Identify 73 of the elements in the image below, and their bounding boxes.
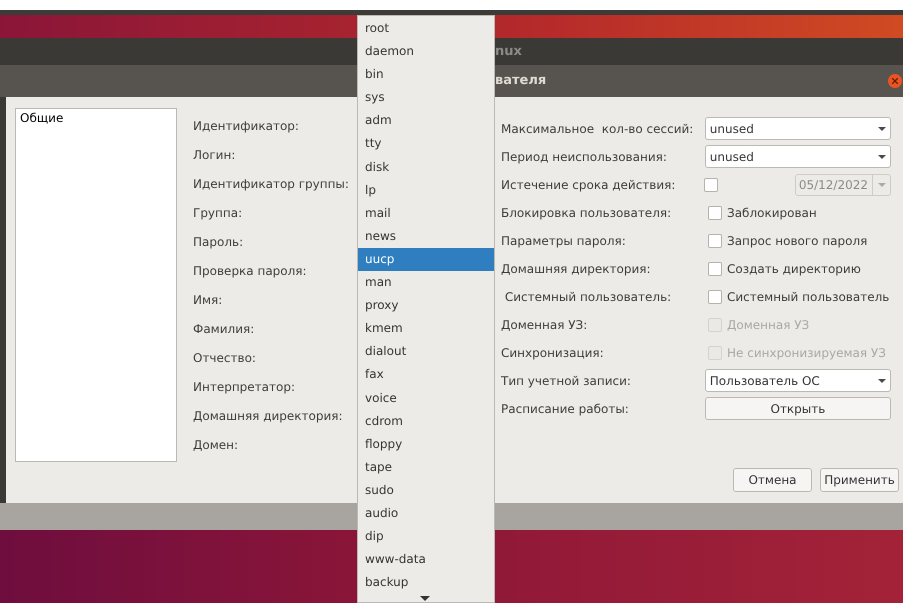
menu-item[interactable]: audio xyxy=(358,502,494,526)
cancel-button[interactable]: Отмена xyxy=(733,468,812,492)
menu-item[interactable]: backup xyxy=(358,571,494,594)
menu-item[interactable]: bin xyxy=(358,63,494,86)
menu-item[interactable]: adm xyxy=(358,109,494,132)
field-label: Логин: xyxy=(193,147,236,164)
dropdown[interactable]: unused xyxy=(704,117,891,140)
menu-item[interactable]: lp xyxy=(358,178,494,202)
checkbox-label: Доменная УЗ xyxy=(727,316,810,334)
menu-item[interactable]: news xyxy=(358,224,494,248)
field-label: Истечение срока действия: xyxy=(501,176,676,194)
field-label: Домашняя директория: xyxy=(501,260,652,278)
field-label: Пароль: xyxy=(193,234,244,251)
checkbox-label: Запрос нового пароля xyxy=(727,232,868,250)
field-label: Имя: xyxy=(193,292,224,309)
checkbox-label: Создать директорию xyxy=(727,260,861,278)
menu-item[interactable]: sudo xyxy=(358,478,494,502)
field-label: Интерпретатор: xyxy=(193,379,296,396)
field-label: Отчество: xyxy=(193,350,257,367)
menu-item[interactable]: dialout xyxy=(358,340,494,364)
menu-item[interactable]: proxy xyxy=(358,294,494,318)
menu-item[interactable]: dip xyxy=(358,525,494,548)
menu-item[interactable]: cdrom xyxy=(358,410,494,433)
open-button[interactable]: Открыть xyxy=(704,397,891,420)
field-label: Идентификатор: xyxy=(193,118,300,135)
checkbox-label: Системный пользователь xyxy=(727,288,890,306)
menu-item[interactable]: root xyxy=(358,17,494,40)
field-label: Фамилия: xyxy=(193,321,256,338)
field-label: Идентификатор группы: xyxy=(193,176,349,193)
checkbox-label: Не синхронизируемая УЗ xyxy=(727,344,886,362)
menu-item[interactable]: man xyxy=(358,271,494,294)
dropdown-arrow-icon xyxy=(878,126,886,130)
apply-button[interactable]: Применить xyxy=(820,468,899,492)
field-label: Параметры пароля: xyxy=(501,232,627,250)
dialog-title: вателя xyxy=(495,72,546,90)
field-label: Домашняя директория: xyxy=(193,408,344,425)
menu-item[interactable]: tape xyxy=(358,456,494,479)
field-label: Проверка пароля: xyxy=(193,263,308,280)
sidebar-item[interactable]: Общие xyxy=(20,109,172,127)
window-title: nux xyxy=(495,42,522,61)
menu-item[interactable]: mail xyxy=(358,202,494,225)
field-label: Синхронизация: xyxy=(501,344,605,362)
dropdown-arrow-icon xyxy=(878,154,886,158)
menu-item[interactable]: tty xyxy=(358,132,494,156)
dropdown[interactable]: Пользователь ОС xyxy=(704,369,891,392)
menu-item[interactable]: www-data xyxy=(358,548,494,572)
field-label: Расписание работы: xyxy=(501,400,630,418)
menu-item[interactable]: disk xyxy=(358,156,494,179)
dropdown-arrow-icon xyxy=(878,378,886,382)
checkbox[interactable] xyxy=(708,234,722,248)
field-label: Доменная УЗ: xyxy=(501,316,588,334)
menu-item[interactable]: daemon xyxy=(358,40,494,64)
dropdown[interactable]: unused xyxy=(704,145,891,168)
menu-item[interactable]: fax xyxy=(358,363,494,386)
checkbox[interactable] xyxy=(708,262,722,276)
field-label: Блокировка пользователя: xyxy=(501,204,672,222)
menu-item[interactable]: voice xyxy=(358,386,494,410)
menu-item[interactable]: sys xyxy=(358,86,494,110)
field-label: Домен: xyxy=(193,437,240,454)
checkbox[interactable] xyxy=(708,290,722,304)
checkbox[interactable] xyxy=(708,206,722,220)
close-icon xyxy=(892,78,898,84)
checkbox-label: Заблокирован xyxy=(727,204,817,222)
field-label: Системный пользователь: xyxy=(504,288,672,306)
field-label: Тип учетной записи: xyxy=(501,372,632,390)
close-button[interactable] xyxy=(888,74,902,88)
field-label: Группа: xyxy=(193,205,244,222)
scroll-down-arrow-icon[interactable] xyxy=(420,596,430,601)
menu-item[interactable]: floppy xyxy=(358,432,494,456)
menu-item[interactable]: kmem xyxy=(358,317,494,340)
field-label: Период неиспользования: xyxy=(501,148,668,166)
field-label: Максимальное кол-во сессий: xyxy=(501,120,694,138)
menu-item[interactable]: uucp xyxy=(358,248,494,272)
